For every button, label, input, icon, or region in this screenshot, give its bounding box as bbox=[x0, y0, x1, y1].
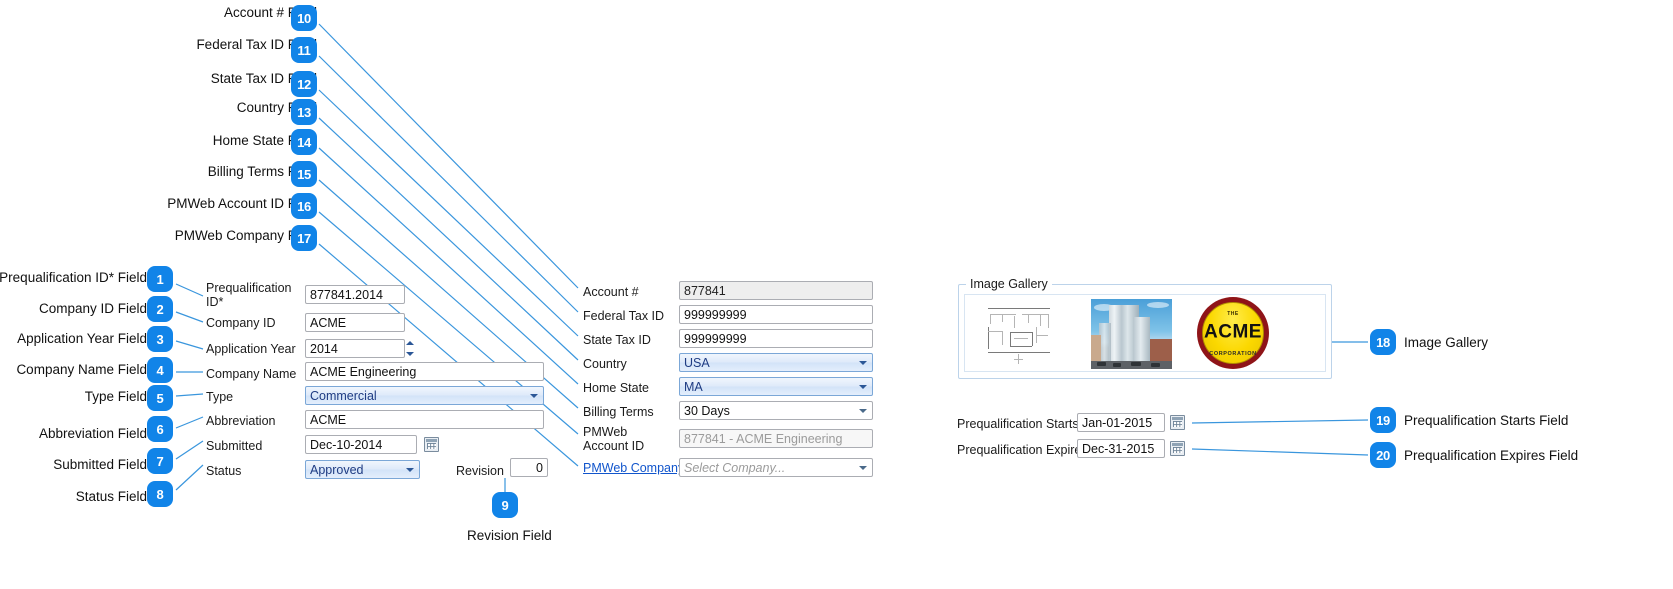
status-select[interactable]: Approved bbox=[305, 460, 420, 479]
account-number-input[interactable]: 877841 bbox=[679, 281, 873, 300]
callout-badge-11[interactable]: 11 bbox=[291, 37, 317, 63]
pmweb-account-id-input[interactable]: 877841 - ACME Engineering bbox=[679, 429, 873, 448]
billing-terms-value: 30 Days bbox=[684, 403, 730, 418]
label-revision: Revision bbox=[456, 464, 504, 478]
abbreviation-input[interactable]: ACME bbox=[305, 410, 544, 429]
home-state-select[interactable]: MA bbox=[679, 377, 873, 396]
callout-badge-5[interactable]: 5 bbox=[147, 385, 173, 411]
label-abbreviation: Abbreviation bbox=[206, 414, 276, 428]
callout-label-5: Type Field bbox=[84, 389, 147, 404]
label-prequalification-starts: Prequalification Starts bbox=[957, 417, 1079, 431]
label-prequalification-id: Prequalification ID* bbox=[206, 281, 292, 309]
callout-badge-13[interactable]: 13 bbox=[291, 99, 317, 125]
label-billing-terms: Billing Terms bbox=[583, 405, 654, 419]
callout-label-20: Prequalification Expires Field bbox=[1404, 448, 1579, 463]
label-state-tax-id: State Tax ID bbox=[583, 333, 651, 347]
callout-badge-15[interactable]: 15 bbox=[291, 161, 317, 187]
chevron-down-icon-billing[interactable] bbox=[855, 402, 871, 419]
label-type: Type bbox=[206, 390, 234, 404]
label-home-state: Home State bbox=[583, 381, 650, 395]
callout-badge-18[interactable]: 18 bbox=[1370, 329, 1396, 355]
callout-label-18: Image Gallery bbox=[1404, 335, 1489, 350]
callout-label-8: Status Field bbox=[75, 489, 147, 504]
callout-badge-4[interactable]: 4 bbox=[147, 357, 173, 383]
pmweb-company-link[interactable]: PMWeb Company bbox=[583, 461, 684, 475]
callout-badge-19[interactable]: 19 bbox=[1370, 407, 1396, 433]
acme-logo-text: ACME bbox=[1204, 321, 1262, 343]
status-value: Approved bbox=[310, 462, 364, 477]
callout-label-6: Abbreviation Field bbox=[38, 426, 147, 441]
callout-badge-3[interactable]: 3 bbox=[147, 326, 173, 352]
label-application-year: Application Year bbox=[206, 342, 296, 356]
type-value: Commercial bbox=[310, 388, 377, 403]
callout-badge-20[interactable]: 20 bbox=[1370, 442, 1396, 468]
label-account-number: Account # bbox=[583, 285, 639, 299]
label-company-name: Company Name bbox=[206, 367, 297, 381]
callout-badge-7[interactable]: 7 bbox=[147, 448, 173, 474]
label-submitted: Submitted bbox=[206, 439, 263, 453]
callout-label-1: Prequalification ID* Field bbox=[0, 270, 147, 285]
prequalification-expires-input[interactable]: Dec-31-2015 bbox=[1077, 439, 1165, 458]
callout-badge-17[interactable]: 17 bbox=[291, 225, 317, 251]
callout-badge-9[interactable]: 9 bbox=[492, 492, 518, 518]
label-country: Country bbox=[583, 357, 627, 371]
callout-badge-6[interactable]: 6 bbox=[147, 416, 173, 442]
application-year-stepper[interactable] bbox=[404, 339, 415, 358]
thumbnail-acme-logo[interactable]: THE ACME CORPORATION bbox=[1197, 297, 1269, 369]
callout-badge-16[interactable]: 16 bbox=[291, 193, 317, 219]
stepper-up-icon[interactable] bbox=[405, 341, 414, 345]
callout-label-4: Company Name Field bbox=[16, 362, 147, 377]
thumbnail-building-photo[interactable] bbox=[1091, 299, 1172, 369]
label-federal-tax-id: Federal Tax ID bbox=[583, 309, 665, 323]
label-pmweb-account-id: PMWeb Account ID bbox=[583, 425, 645, 453]
pmweb-company-placeholder: Select Company... bbox=[684, 460, 786, 475]
prequalification-starts-input[interactable]: Jan-01-2015 bbox=[1077, 413, 1165, 432]
prequalification-id-input[interactable]: 877841.2014 bbox=[305, 285, 405, 304]
type-select[interactable]: Commercial bbox=[305, 386, 544, 405]
revision-input[interactable]: 0 bbox=[510, 458, 548, 477]
callout-badge-10[interactable]: 10 bbox=[291, 5, 317, 31]
application-year-input[interactable]: 2014 bbox=[305, 339, 405, 358]
calendar-icon-submitted[interactable] bbox=[424, 437, 439, 452]
image-gallery-strip: THE ACME CORPORATION bbox=[964, 294, 1326, 372]
chevron-down-icon-country[interactable] bbox=[855, 354, 871, 371]
thumbnail-blueprint[interactable] bbox=[984, 301, 1062, 367]
state-tax-id-input[interactable]: 999999999 bbox=[679, 329, 873, 348]
country-select[interactable]: USA bbox=[679, 353, 873, 372]
acme-logo-bottom-text: CORPORATION bbox=[1209, 351, 1257, 358]
federal-tax-id-input[interactable]: 999999999 bbox=[679, 305, 873, 324]
callout-label-9: Revision Field bbox=[467, 528, 552, 543]
label-status: Status bbox=[206, 464, 242, 478]
stepper-down-icon[interactable] bbox=[405, 352, 414, 356]
submitted-date-input[interactable]: Dec-10-2014 bbox=[305, 435, 417, 454]
chevron-down-icon[interactable] bbox=[526, 387, 542, 404]
company-name-input[interactable]: ACME Engineering bbox=[305, 362, 544, 381]
callout-badge-12[interactable]: 12 bbox=[291, 71, 317, 97]
callout-label-19: Prequalification Starts Field bbox=[1404, 413, 1569, 428]
chevron-down-icon-pmweb-company[interactable] bbox=[855, 459, 871, 476]
calendar-icon-expires[interactable] bbox=[1170, 441, 1185, 456]
callout-badge-1[interactable]: 1 bbox=[147, 266, 173, 292]
calendar-icon-starts[interactable] bbox=[1170, 415, 1185, 430]
acme-logo-top-text: THE bbox=[1227, 311, 1239, 318]
callout-label-7: Submitted Field bbox=[53, 457, 147, 472]
chevron-down-icon-home-state[interactable] bbox=[855, 378, 871, 395]
label-prequalification-expires: Prequalification Expires bbox=[957, 443, 1088, 457]
image-gallery-legend: Image Gallery bbox=[966, 277, 1052, 291]
country-value: USA bbox=[684, 355, 710, 370]
chevron-down-icon-status[interactable] bbox=[402, 461, 418, 478]
label-company-id: Company ID bbox=[206, 316, 276, 330]
callout-badge-8[interactable]: 8 bbox=[147, 481, 173, 507]
company-id-input[interactable]: ACME bbox=[305, 313, 405, 332]
callout-badge-2[interactable]: 2 bbox=[147, 296, 173, 322]
billing-terms-select[interactable]: 30 Days bbox=[679, 401, 873, 420]
callout-label-2: Company ID Field bbox=[38, 301, 147, 316]
callout-label-3: Application Year Field bbox=[17, 331, 147, 346]
home-state-value: MA bbox=[684, 379, 703, 394]
pmweb-company-select[interactable]: Select Company... bbox=[679, 458, 873, 477]
callout-badge-14[interactable]: 14 bbox=[291, 129, 317, 155]
